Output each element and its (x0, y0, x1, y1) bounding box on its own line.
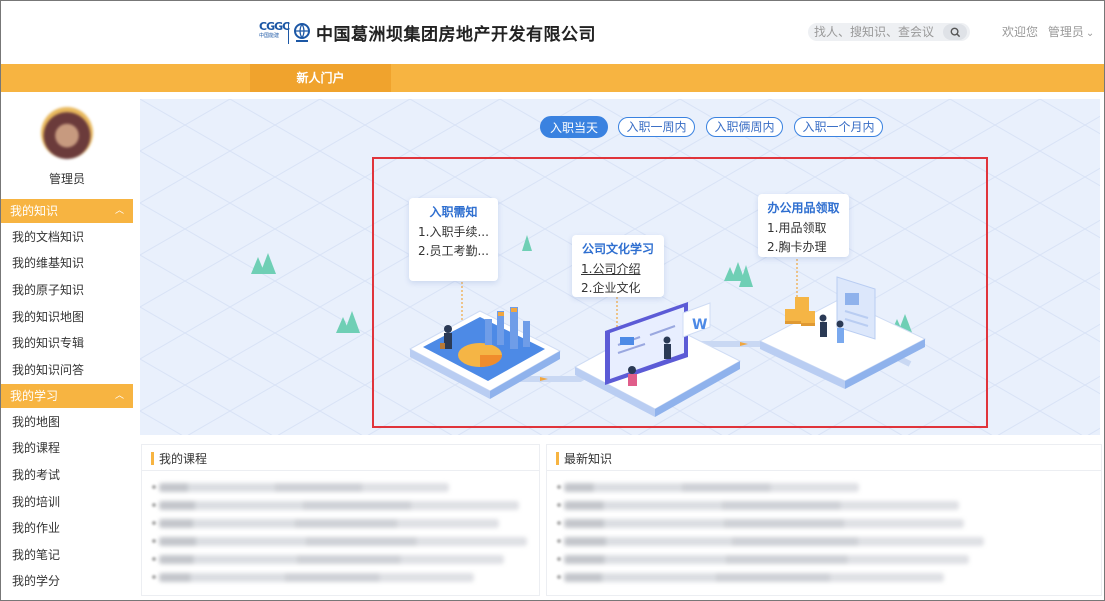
list-bullet (557, 485, 561, 489)
user-menu[interactable]: 管理员 ⌄ (1048, 25, 1094, 39)
sidebar: 管理员 我的知识 ︿ 我的文档知识 我的维基知识 我的原子知识 我的知识地图 我… (1, 92, 133, 600)
sidebar-item-my-training[interactable]: 我的培训 (12, 493, 60, 510)
panel-title: 最新知识 (564, 452, 613, 466)
list-item[interactable] (564, 537, 984, 546)
list-bullet (152, 485, 156, 489)
main-nav-bar: 新人门户 (0, 64, 1105, 92)
sidebar-group-my-learning[interactable]: 我的学习 ︿ (1, 384, 133, 408)
sidebar-item-my-credits[interactable]: 我的学分 (12, 572, 60, 589)
sidebar-user-name: 管理员 (48, 172, 85, 186)
panel-title: 我的课程 (159, 452, 208, 466)
tab-new-employee-portal[interactable]: 新人门户 (250, 64, 391, 92)
sidebar-item-my-exams[interactable]: 我的考试 (12, 466, 60, 483)
logo-text: CGGC (259, 19, 290, 33)
list-bullet (152, 503, 156, 507)
group-title: 我的学习 (10, 389, 59, 403)
sidebar-item-atomic-knowledge[interactable]: 我的原子知识 (12, 281, 84, 298)
avatar[interactable] (41, 107, 93, 159)
sidebar-item-my-notes[interactable]: 我的笔记 (12, 546, 60, 563)
list-bullet (152, 521, 156, 525)
search-box[interactable] (808, 23, 970, 41)
list-bullet (557, 575, 561, 579)
list-item[interactable] (159, 501, 519, 510)
list-bullet (152, 557, 156, 561)
user-menu-label: 管理员 (1047, 25, 1084, 39)
company-name: 中国葛洲坝集团房地产开发有限公司 (316, 25, 596, 45)
onboarding-banner: 入职当天 入职一周内 入职俩周内 入职一个月内 W 入职需知 1.入职手续...… (140, 99, 1100, 435)
sidebar-item-wiki-knowledge[interactable]: 我的维基知识 (12, 254, 84, 271)
globe-logo-icon (292, 22, 312, 44)
sidebar-item-doc-knowledge[interactable]: 我的文档知识 (12, 228, 84, 245)
sidebar-item-knowledge-qa[interactable]: 我的知识问答 (12, 361, 84, 378)
list-item[interactable] (564, 483, 859, 492)
list-bullet (557, 503, 561, 507)
collapse-icon: ︿ (114, 391, 124, 401)
list-item[interactable] (159, 573, 474, 582)
latest-knowledge-panel: 最新知识 (546, 444, 1102, 596)
panel-accent-bar (151, 452, 154, 465)
panel-header: 最新知识 (547, 445, 1101, 471)
logo-sub-text: 中国能建 (259, 32, 280, 39)
list-bullet (152, 539, 156, 543)
list-bullet (557, 539, 561, 543)
list-bullet (152, 575, 156, 579)
sidebar-item-my-courses[interactable]: 我的课程 (12, 439, 60, 456)
group-title: 我的知识 (10, 204, 59, 218)
highlight-box (372, 157, 988, 428)
list-item[interactable] (564, 573, 944, 582)
list-bullet (557, 557, 561, 561)
panel-accent-bar (556, 452, 559, 465)
search-button[interactable] (943, 24, 967, 40)
welcome-text: 欢迎您 (1002, 25, 1039, 39)
company-logo[interactable]: CGGC 中国能建 中国葛洲坝集团房地产开发有限公司 (259, 20, 596, 45)
search-icon (950, 27, 960, 37)
list-item[interactable] (159, 555, 504, 564)
panel-header: 我的课程 (142, 445, 539, 471)
cggc-logo-icon: CGGC 中国能建 (259, 19, 290, 45)
top-header: CGGC 中国能建 中国葛洲坝集团房地产开发有限公司 欢迎您 管理员⌄ (0, 0, 1105, 64)
list-item[interactable] (564, 555, 969, 564)
list-item[interactable] (159, 519, 499, 528)
sidebar-item-knowledge-album[interactable]: 我的知识专辑 (12, 334, 84, 351)
search-input[interactable] (808, 23, 938, 41)
sidebar-group-my-knowledge[interactable]: 我的知识 ︿ (1, 199, 133, 223)
welcome-area: 欢迎您 管理员 ⌄ (1002, 23, 1094, 40)
list-bullet (557, 521, 561, 525)
sidebar-item-knowledge-map[interactable]: 我的知识地图 (12, 308, 84, 325)
collapse-icon: ︿ (114, 206, 124, 216)
sidebar-item-my-homework[interactable]: 我的作业 (12, 519, 60, 536)
list-item[interactable] (159, 537, 527, 546)
list-item[interactable] (564, 501, 959, 510)
sidebar-item-my-map[interactable]: 我的地图 (12, 413, 60, 430)
list-item[interactable] (159, 483, 449, 492)
my-courses-panel: 我的课程 (141, 444, 540, 596)
chevron-down-icon: ⌄ (1085, 28, 1095, 39)
list-item[interactable] (564, 519, 964, 528)
